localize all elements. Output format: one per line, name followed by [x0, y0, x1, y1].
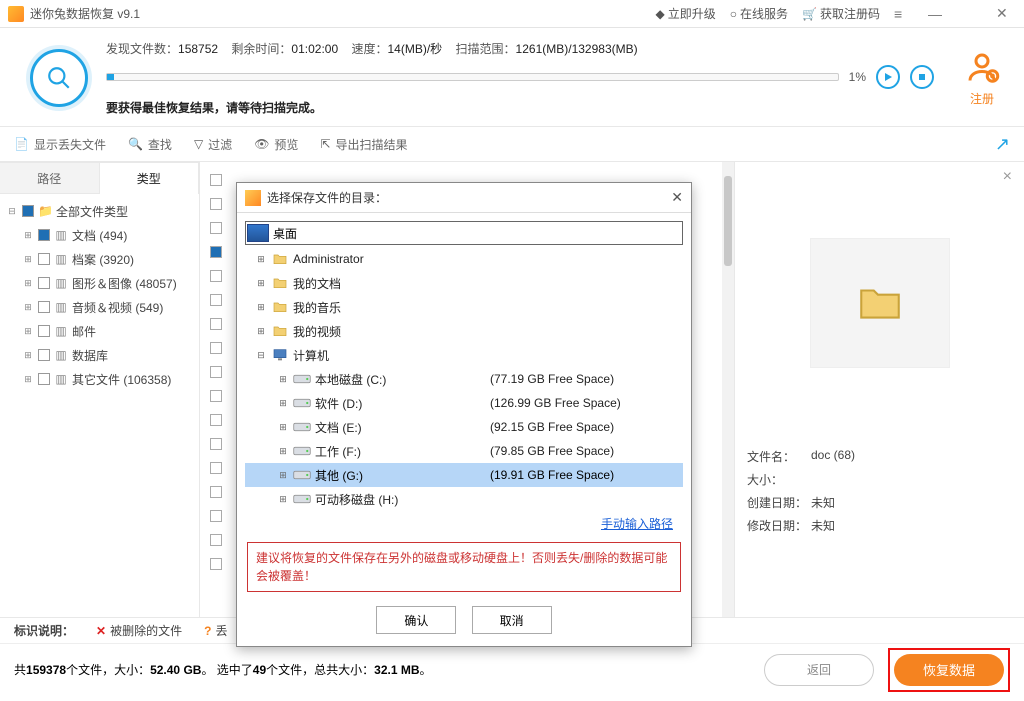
tree-item[interactable]: ⊞▥图形＆图像 (48057): [4, 271, 195, 295]
manual-path-link[interactable]: 手动输入路径: [601, 517, 673, 531]
upgrade-link[interactable]: ◆立即升级: [656, 5, 716, 22]
minimize-button[interactable]: —: [928, 6, 948, 22]
back-button[interactable]: 返回: [764, 654, 874, 686]
tree-item[interactable]: ⊞▥其它文件 (106358): [4, 367, 195, 391]
save-dialog: 选择保存文件的目录： ✕ 桌面 ⊞Administrator⊞我的文档⊞我的音乐…: [236, 182, 692, 647]
menu-icon[interactable]: ≡: [894, 6, 914, 22]
share-icon[interactable]: ↗: [995, 134, 1010, 155]
tab-path[interactable]: 路径: [0, 162, 100, 194]
dir-row[interactable]: ⊞文档 (E:)(92.15 GB Free Space): [245, 415, 683, 439]
stop-button[interactable]: [910, 65, 934, 89]
register-button[interactable]: 注册: [964, 49, 1000, 107]
dir-row[interactable]: ⊞工作 (F:)(79.85 GB Free Space): [245, 439, 683, 463]
dialog-title: 选择保存文件的目录：: [267, 189, 671, 206]
scrollbar[interactable]: [722, 162, 734, 617]
dir-row[interactable]: ⊞Administrator: [245, 247, 683, 271]
dialog-cancel-button[interactable]: 取消: [472, 606, 552, 634]
dir-row[interactable]: ⊞本地磁盘 (C:)(77.19 GB Free Space): [245, 367, 683, 391]
preview-thumbnail: [810, 238, 950, 368]
dir-row[interactable]: ⊞我的音乐: [245, 295, 683, 319]
dialog-ok-button[interactable]: 确认: [376, 606, 456, 634]
dialog-close-icon[interactable]: ✕: [671, 189, 683, 206]
desktop-row[interactable]: 桌面: [245, 221, 683, 245]
dir-row[interactable]: ⊞软件 (D:)(126.99 GB Free Space): [245, 391, 683, 415]
status-text: 共159378个文件，大小：52.40 GB。 选中了49个文件，总共大小：32…: [14, 661, 432, 678]
dir-row[interactable]: ⊞可动移磁盘 (H:): [245, 487, 683, 511]
type-tree: ⊟📁全部文件类型 ⊞▥文档 (494)⊞▥档案 (3920)⊞▥图形＆图像 (4…: [0, 194, 199, 396]
close-button[interactable]: ✕: [996, 5, 1016, 22]
preview-pane: × 文件名：doc (68) 大小： 创建日期：未知 修改日期：未知: [734, 162, 1024, 617]
progress-percent: 1%: [849, 70, 866, 84]
app-icon: [8, 6, 24, 22]
dialog-icon: [245, 190, 261, 206]
status-bar: 共159378个文件，大小：52.40 GB。 选中了49个文件，总共大小：32…: [0, 643, 1024, 695]
scan-stats: 发现文件数：158752 剩余时间：01:02:00 速度：14(MB)/秒 扫…: [106, 40, 934, 57]
tree-item[interactable]: ⊞▥档案 (3920): [4, 247, 195, 271]
tab-type[interactable]: 类型: [100, 162, 200, 194]
scan-icon: [30, 49, 88, 107]
find-button[interactable]: 🔍查找: [128, 136, 172, 153]
tree-item[interactable]: ⊞▥数据库: [4, 343, 195, 367]
tree-item[interactable]: ⊞▥邮件: [4, 319, 195, 343]
online-service-link[interactable]: ○在线服务: [730, 5, 788, 22]
show-lost-button[interactable]: 📄显示丢失文件: [14, 136, 106, 153]
progress-bar: [106, 73, 839, 81]
filter-button[interactable]: ▽过滤: [194, 136, 232, 153]
scan-header: 发现文件数：158752 剩余时间：01:02:00 速度：14(MB)/秒 扫…: [0, 28, 1024, 126]
dir-row[interactable]: ⊞我的文档: [245, 271, 683, 295]
tree-item[interactable]: ⊞▥文档 (494): [4, 223, 195, 247]
titlebar-actions: ◆立即升级 ○在线服务 🛒获取注册码 ≡ — ✕: [656, 5, 1016, 22]
sidebar: 路径 类型 ⊟📁全部文件类型 ⊞▥文档 (494)⊞▥档案 (3920)⊞▥图形…: [0, 162, 200, 617]
tree-item[interactable]: ⊞▥音频＆视频 (549): [4, 295, 195, 319]
get-regcode-link[interactable]: 🛒获取注册码: [802, 5, 880, 22]
dir-row[interactable]: ⊟计算机: [245, 343, 683, 367]
tree-root[interactable]: ⊟📁全部文件类型: [4, 199, 195, 223]
app-title: 迷你兔数据恢复 v9.1: [30, 5, 140, 22]
export-button[interactable]: ⇱导出扫描结果: [320, 136, 407, 153]
dialog-warning: 建议将恢复的文件保存在另外的磁盘或移动硬盘上！否则丢失/删除的数据可能会被覆盖！: [247, 542, 681, 592]
preview-button[interactable]: 👁预览: [254, 136, 298, 153]
dir-row[interactable]: ⊞其他 (G:)(19.91 GB Free Space): [245, 463, 683, 487]
dir-row[interactable]: ⊞我的视频: [245, 319, 683, 343]
preview-close-icon[interactable]: ×: [1003, 168, 1012, 186]
toolbar: 📄显示丢失文件 🔍查找 ▽过滤 👁预览 ⇱导出扫描结果 ↗: [0, 126, 1024, 162]
preview-cdate: 未知: [811, 494, 835, 511]
scan-tip: 要获得最佳恢复结果，请等待扫描完成。: [106, 99, 934, 116]
preview-mdate: 未知: [811, 517, 835, 534]
titlebar: 迷你兔数据恢复 v9.1 ◆立即升级 ○在线服务 🛒获取注册码 ≡ — ✕: [0, 0, 1024, 28]
preview-filename: doc (68): [811, 448, 855, 465]
recover-button[interactable]: 恢复数据: [894, 654, 1004, 686]
play-button[interactable]: [876, 65, 900, 89]
